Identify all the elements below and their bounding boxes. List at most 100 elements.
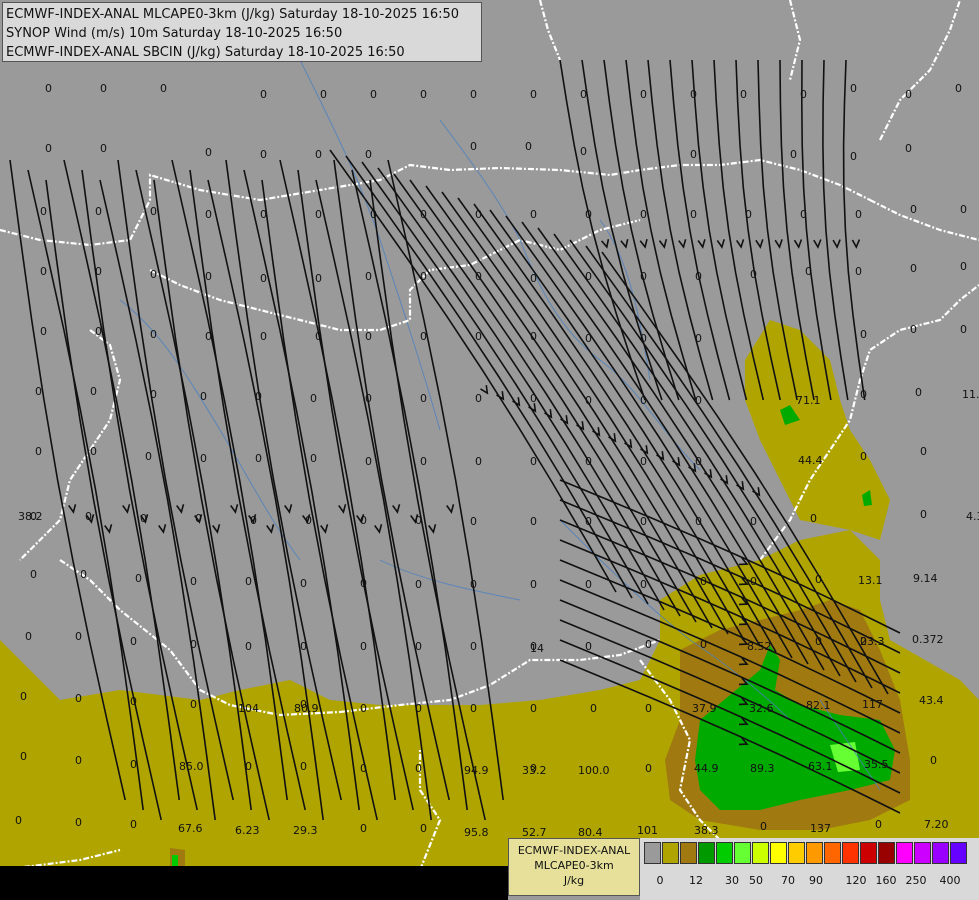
zero-value-label: 0 — [130, 818, 137, 831]
zero-value-label: 0 — [135, 572, 142, 585]
zero-value-label: 0 — [420, 822, 427, 835]
colorbar-swatch — [878, 842, 895, 864]
zero-value-label: 0 — [305, 514, 312, 527]
zero-value-label: 0 — [245, 640, 252, 653]
zero-value-label: 0 — [740, 88, 747, 101]
colorbar-swatch — [698, 842, 715, 864]
zero-value-label: 0 — [415, 578, 422, 591]
zero-value-label: 0 — [645, 762, 652, 775]
colorbar-swatch — [734, 842, 751, 864]
zero-value-label: 0 — [260, 330, 267, 343]
cape-value-label: 38.3 — [694, 824, 719, 837]
zero-value-label: 0 — [905, 88, 912, 101]
zero-value-label: 0 — [850, 82, 857, 95]
zero-value-label: 0 — [955, 82, 962, 95]
zero-value-label: 0 — [930, 754, 937, 767]
zero-value-label: 0 — [530, 455, 537, 468]
zero-value-label: 0 — [800, 88, 807, 101]
cape-value-label: 95.8 — [464, 826, 489, 839]
zero-value-label: 0 — [585, 208, 592, 221]
colorbar-swatch — [842, 842, 859, 864]
zero-value-label: 0 — [640, 332, 647, 345]
zero-value-label: 0 — [860, 328, 867, 341]
zero-value-label: 0 — [960, 203, 967, 216]
zero-value-label: 0 — [95, 325, 102, 338]
header-line-2: SYNOP Wind (m/s) 10m Saturday 18-10-2025… — [6, 26, 343, 41]
zero-value-label: 0 — [95, 205, 102, 218]
zero-value-label: 0 — [585, 394, 592, 407]
zero-value-label: 0 — [150, 205, 157, 218]
zero-value-label: 0 — [530, 392, 537, 405]
zero-value-label: 0 — [420, 392, 427, 405]
colorbar-tick-label: 70 — [781, 874, 795, 887]
cape-value-label: 8.52 — [747, 640, 772, 653]
zero-value-label: 0 — [475, 208, 482, 221]
zero-value-label: 0 — [245, 760, 252, 773]
zero-value-label: 0 — [45, 142, 52, 155]
cape-value-label: 38.2 — [18, 510, 43, 523]
zero-value-label: 0 — [695, 270, 702, 283]
zero-value-label: 0 — [140, 512, 147, 525]
zero-value-label: 0 — [585, 270, 592, 283]
zero-value-label: 0 — [920, 445, 927, 458]
zero-value-label: 0 — [585, 332, 592, 345]
colorbar-tick-label: 120 — [845, 874, 867, 887]
colorbar-swatch — [788, 842, 805, 864]
zero-value-label: 0 — [40, 205, 47, 218]
zero-value-label: 0 — [815, 635, 822, 648]
cape-value-label: 67.6 — [178, 822, 203, 835]
zero-value-label: 0 — [420, 88, 427, 101]
zero-value-label: 0 — [130, 758, 137, 771]
zero-value-label: 0 — [910, 323, 917, 336]
zero-value-label: 0 — [745, 208, 752, 221]
zero-value-label: 0 — [260, 148, 267, 161]
zero-value-label: 0 — [190, 698, 197, 711]
map-canvas[interactable]: 0 0 0 0 0 0 0 0 0 0 0 0 0 0 0 0 0 0 0 0 0 0 0 0 0 0 0 0 0 0 0 0 0 0 0 0 0 0 0 0… — [0, 0, 979, 900]
zero-value-label: 0 — [750, 515, 757, 528]
zero-value-label: 0 — [750, 575, 757, 588]
zero-value-label: 0 — [530, 702, 537, 715]
zero-value-label: 0 — [40, 325, 47, 338]
zero-value-label: 0 — [370, 88, 377, 101]
zero-value-label: 0 — [530, 578, 537, 591]
colorbar-swatch — [770, 842, 787, 864]
zero-value-label: 0 — [205, 146, 212, 159]
zero-value-label: 0 — [365, 392, 372, 405]
zero-value-label: 0 — [100, 142, 107, 155]
zero-value-label: 0 — [205, 208, 212, 221]
zero-value-label: 0 — [420, 208, 427, 221]
bottom-strip — [0, 866, 508, 900]
colorbar-swatch — [896, 842, 913, 864]
header-line-1: ECMWF-INDEX-ANAL MLCAPE0-3km (J/kg) Satu… — [6, 7, 460, 22]
zero-value-label: 0 — [315, 330, 322, 343]
zero-value-label: 0 — [910, 203, 917, 216]
zero-value-label: 0 — [855, 265, 862, 278]
zero-value-label: 0 — [415, 702, 422, 715]
zero-value-label: 0 — [530, 515, 537, 528]
zero-value-label: 0 — [95, 265, 102, 278]
zero-value-label: 0 — [360, 822, 367, 835]
zero-value-label: 0 — [855, 208, 862, 221]
zero-value-label: 0 — [360, 702, 367, 715]
zero-value-label: 0 — [35, 385, 42, 398]
cape-value-label: 32.6 — [749, 702, 774, 715]
colorbar-title-line-2: MLCAPE0-3km — [534, 859, 614, 872]
zero-value-label: 0 — [260, 272, 267, 285]
colorbar-title: ECMWF-INDEX-ANAL MLCAPE0-3km J/kg — [508, 838, 640, 896]
cape-value-label: 71.1 — [796, 394, 821, 407]
zero-value-label: 0 — [260, 208, 267, 221]
cape-value-label: 101 — [637, 824, 658, 837]
zero-value-label: 0 — [640, 88, 647, 101]
zero-value-label: 0 — [150, 328, 157, 341]
zero-value-label: 0 — [75, 692, 82, 705]
zero-value-label: 0 — [470, 640, 477, 653]
zero-value-label: 0 — [580, 88, 587, 101]
cape-value-label: 85.0 — [179, 760, 204, 773]
zero-value-label: 0 — [85, 510, 92, 523]
zero-value-label: 0 — [255, 390, 262, 403]
zero-value-label: 0 — [470, 140, 477, 153]
zero-value-label: 0 — [525, 140, 532, 153]
zero-value-label: 0 — [205, 330, 212, 343]
colorbar-tick-label: 400 — [939, 874, 961, 887]
zero-value-label: 0 — [45, 82, 52, 95]
